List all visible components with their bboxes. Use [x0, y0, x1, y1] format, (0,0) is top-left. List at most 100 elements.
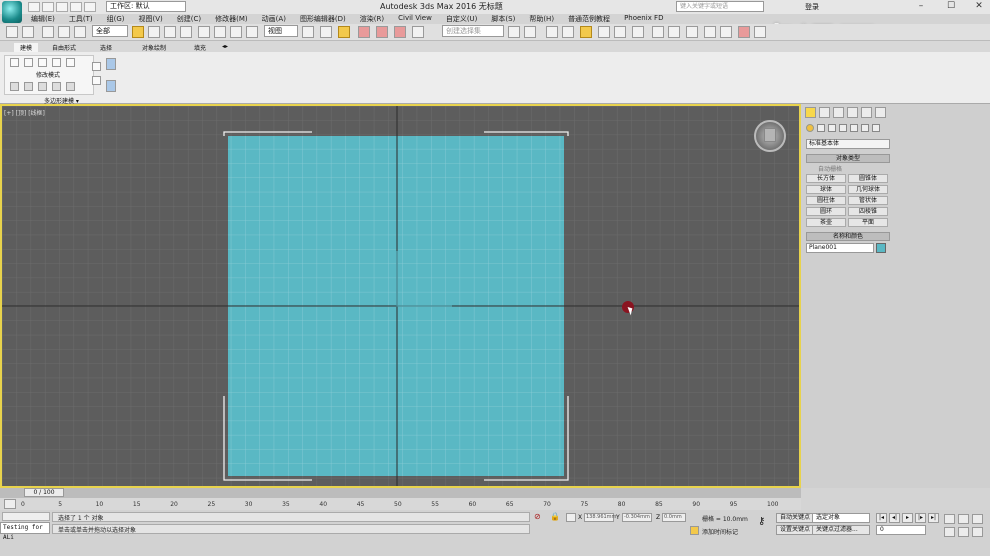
torus-button[interactable]: 圆环	[806, 207, 846, 216]
motion-tab-icon[interactable]	[847, 107, 858, 118]
menu-item[interactable]: 创建(C)	[170, 13, 208, 24]
app-logo-icon[interactable]	[2, 1, 22, 23]
new-file-icon[interactable]	[28, 2, 40, 12]
rollout-object-type[interactable]: 对象类型	[806, 154, 890, 163]
percent-snap-icon[interactable]	[394, 26, 406, 38]
layer-explorer-icon[interactable]	[546, 26, 558, 38]
redo-icon[interactable]	[84, 2, 96, 12]
toggle-ribbon-icon[interactable]	[562, 26, 574, 38]
minimize-button[interactable]: –	[912, 0, 930, 12]
unlink-icon[interactable]	[58, 26, 70, 38]
element-mode-icon[interactable]	[66, 58, 75, 67]
previous-frame-icon[interactable]: ◂|	[889, 513, 900, 523]
isolate-selection-icon[interactable]: ⊘	[534, 513, 542, 522]
a360-gallery-icon[interactable]	[720, 26, 732, 38]
select-object-icon[interactable]	[132, 26, 144, 38]
select-by-name-icon[interactable]	[148, 26, 160, 38]
ribbon-toggle-icon[interactable]	[92, 76, 101, 85]
zoom-icon[interactable]	[944, 514, 955, 524]
time-slider[interactable]	[0, 488, 801, 498]
menu-item[interactable]: 普通范例教程	[561, 13, 617, 24]
polygon-mode-icon[interactable]	[52, 58, 61, 67]
border-mode-icon[interactable]	[38, 58, 47, 67]
reference-coordinate-dropdown[interactable]: 视图	[264, 25, 298, 37]
select-manipulate-icon[interactable]	[320, 26, 332, 38]
set-key-icon[interactable]: ⚷	[758, 516, 765, 527]
cone-button[interactable]: 圆锥体	[848, 174, 888, 183]
key-mode-dropdown[interactable]: 选定对象	[812, 513, 870, 523]
add-time-tag[interactable]: 添加时间标记	[702, 527, 738, 536]
cameras-icon[interactable]	[839, 124, 847, 132]
plane-button[interactable]: 平面	[848, 218, 888, 227]
snaps-toggle-icon[interactable]	[358, 26, 370, 38]
menu-item[interactable]: 帮助(H)	[522, 13, 561, 24]
cylinder-button[interactable]: 圆柱体	[806, 196, 846, 205]
named-selection-sets-dropdown[interactable]: 创建选择集	[442, 25, 504, 37]
ribbon-stack-icon[interactable]	[106, 80, 116, 92]
rendered-frame-window-icon[interactable]	[652, 26, 664, 38]
ribbon-toggle-icon[interactable]	[92, 62, 101, 71]
y-coordinate-field[interactable]: -0.304mm	[622, 513, 652, 522]
orbit-icon[interactable]	[958, 527, 969, 537]
selection-lock-icon[interactable]: 🔒	[550, 513, 560, 522]
ribbon-tool-icon[interactable]	[38, 82, 47, 91]
time-tag-icon[interactable]	[690, 526, 699, 535]
tab-object-paint[interactable]: 对象绘制	[142, 43, 166, 52]
maximize-button[interactable]: ☐	[942, 0, 960, 12]
ribbon-options-icon[interactable]: ◂▸	[222, 43, 228, 50]
place-icon[interactable]	[246, 26, 258, 38]
scale-icon[interactable]	[230, 26, 242, 38]
create-tab-icon[interactable]	[805, 107, 816, 118]
viewcube-face[interactable]	[764, 128, 776, 142]
display-tab-icon[interactable]	[861, 107, 872, 118]
render-setup-icon[interactable]	[632, 26, 644, 38]
set-key-button[interactable]: 设置关键点	[776, 525, 815, 535]
angle-snap-icon[interactable]	[376, 26, 388, 38]
next-frame-icon[interactable]: |▸	[915, 513, 926, 523]
ribbon-tool-icon[interactable]	[10, 82, 19, 91]
phoenix-fd-icon[interactable]	[754, 26, 766, 38]
tab-selection[interactable]: 选择	[100, 43, 112, 52]
tab-populate[interactable]: 填充	[194, 43, 206, 52]
edge-mode-icon[interactable]	[24, 58, 33, 67]
login-link[interactable]: 登录	[805, 2, 819, 12]
zoom-all-icon[interactable]	[958, 514, 969, 524]
object-color-swatch[interactable]	[876, 243, 886, 253]
menu-item[interactable]: 脚本(S)	[484, 13, 522, 24]
auto-key-button[interactable]: 自动关键点	[776, 513, 815, 523]
menu-item[interactable]: 修改器(M)	[208, 13, 255, 24]
close-button[interactable]: ✕	[970, 0, 988, 12]
link-icon[interactable]	[42, 26, 54, 38]
curve-editor-icon[interactable]	[580, 26, 592, 38]
tab-modeling[interactable]: 建模	[14, 43, 39, 52]
render-iterative-icon[interactable]	[686, 26, 698, 38]
utilities-tab-icon[interactable]	[875, 107, 886, 118]
viewport-label[interactable]: [+] [顶] [线框]	[4, 108, 45, 117]
undo-icon[interactable]	[70, 2, 82, 12]
menu-item[interactable]: 图形编辑器(D)	[293, 13, 353, 24]
menu-item[interactable]: 编辑(E)	[24, 13, 62, 24]
lights-icon[interactable]	[828, 124, 836, 132]
rotate-icon[interactable]	[214, 26, 226, 38]
shapes-icon[interactable]	[817, 124, 825, 132]
tab-freeform[interactable]: 自由形式	[52, 43, 76, 52]
object-name-field[interactable]: Plane001	[806, 243, 874, 253]
selection-filter-dropdown[interactable]: 全部	[92, 25, 128, 37]
record-icon[interactable]	[738, 26, 750, 38]
field-of-view-icon[interactable]	[944, 527, 955, 537]
menu-item[interactable]: 动画(A)	[255, 13, 293, 24]
mirror-icon[interactable]	[508, 26, 520, 38]
material-editor-icon[interactable]	[614, 26, 626, 38]
mini-curve-editor-icon[interactable]	[4, 499, 16, 509]
rollout-name-and-color[interactable]: 名称和颜色	[806, 232, 890, 241]
move-icon[interactable]	[198, 26, 210, 38]
menu-item[interactable]: Phoenix FD	[617, 13, 670, 24]
box-button[interactable]: 长方体	[806, 174, 846, 183]
open-file-icon[interactable]	[42, 2, 54, 12]
sphere-button[interactable]: 球体	[806, 185, 846, 194]
go-to-start-icon[interactable]: |◂	[876, 513, 887, 523]
maximize-viewport-icon[interactable]	[972, 527, 983, 537]
geosphere-button[interactable]: 几何球体	[848, 185, 888, 194]
menu-item[interactable]: 自定义(U)	[439, 13, 485, 24]
redo-icon[interactable]	[22, 26, 34, 38]
